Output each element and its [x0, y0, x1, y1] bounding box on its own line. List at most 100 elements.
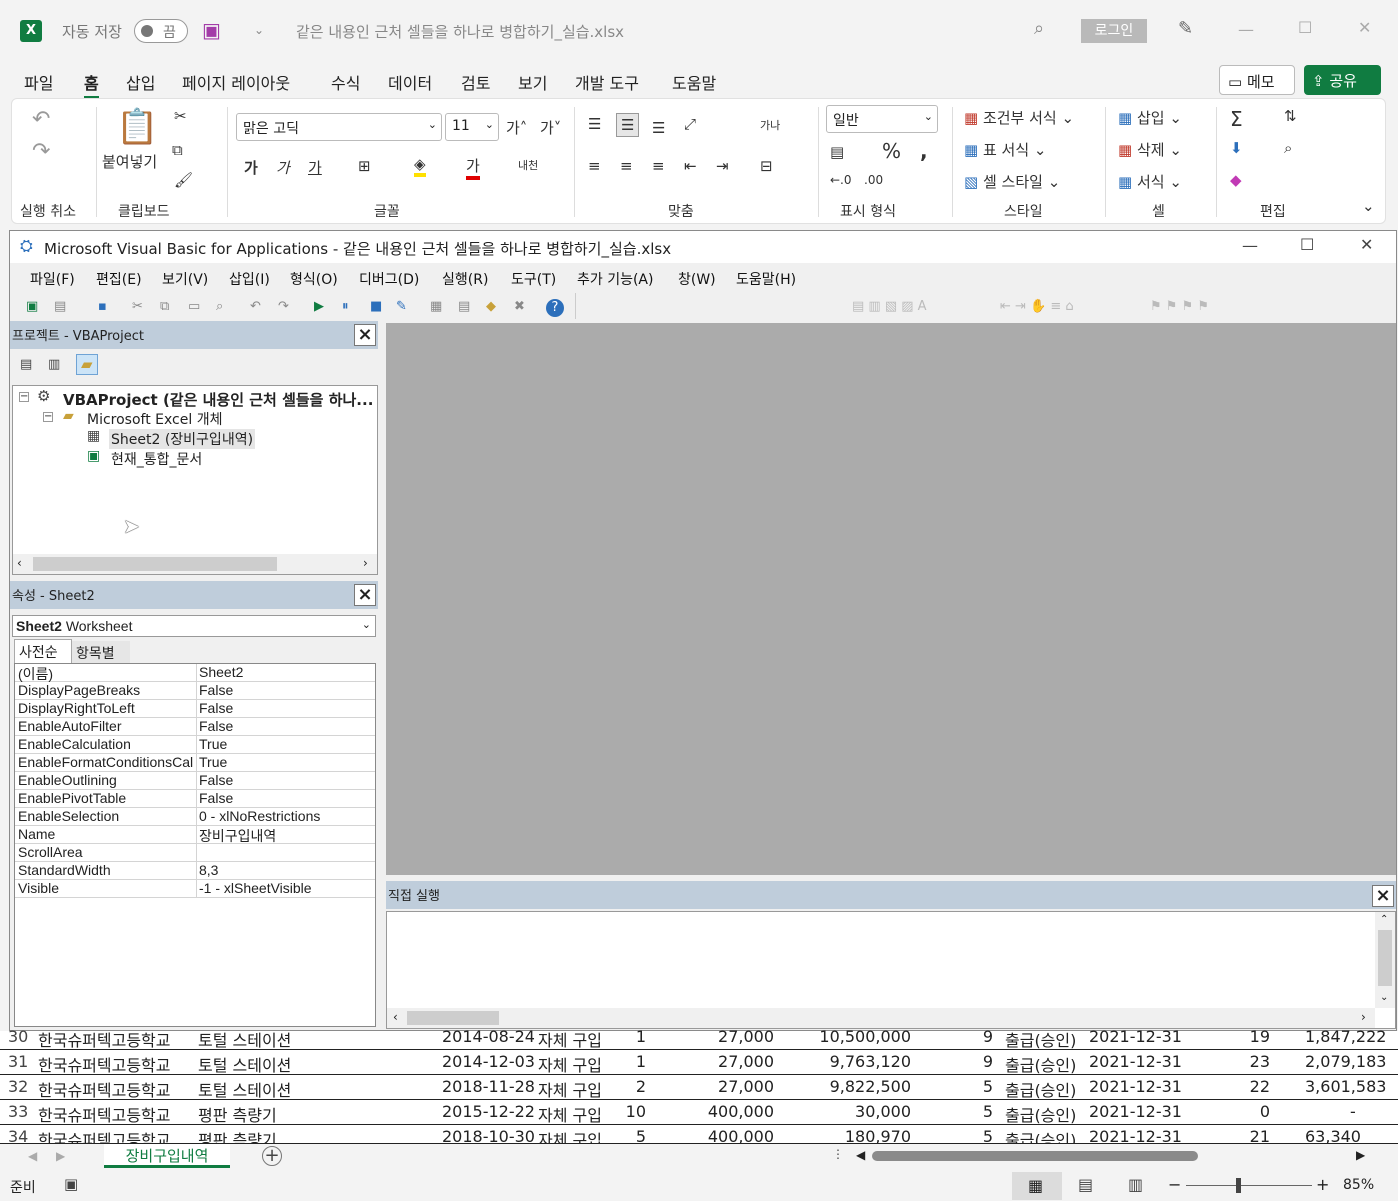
property-row[interactable]: DisplayRightToLeft False — [15, 700, 375, 718]
table-row[interactable]: 30 한국슈퍼텍고등학교 토털 스테이션 2014-08-24 자체 구입 1 … — [0, 1025, 1398, 1050]
paste-vba-icon[interactable]: ▭ — [188, 299, 200, 314]
autosave-toggle[interactable]: 끔 — [134, 19, 188, 43]
table-row[interactable]: 33 한국슈퍼텍고등학교 평판 측량기 2015-12-22 자체 구입 10 … — [0, 1100, 1398, 1125]
wrap-text-icon[interactable]: 가나 — [760, 117, 780, 133]
phonetic-icon[interactable]: 내천 — [518, 157, 538, 173]
undo-icon[interactable]: ↶ — [32, 107, 50, 132]
close-icon[interactable]: ✕ — [1358, 20, 1371, 36]
property-row[interactable]: (이름) Sheet2 — [15, 664, 375, 682]
vba-menu-tools[interactable]: 도구(T) — [511, 269, 556, 289]
search-icon[interactable]: ⌕ — [1034, 20, 1044, 38]
sheet-hscrollbar[interactable]: ◀ ▶ — [856, 1148, 1370, 1164]
tab-home[interactable]: 홈 — [84, 70, 99, 99]
help-icon[interactable]: ? — [546, 299, 564, 317]
font-color-icon[interactable]: 가 — [466, 155, 480, 180]
zoom-level[interactable]: 85% — [1343, 1177, 1374, 1193]
grow-font-icon[interactable]: 가˄ — [506, 117, 527, 138]
italic-icon[interactable]: 가 — [276, 157, 290, 178]
paste-button[interactable]: 붙여넣기 — [102, 151, 157, 172]
align-middle-icon[interactable]: ☰ — [616, 113, 640, 137]
login-button[interactable]: 로그인 — [1081, 19, 1147, 43]
vba-menu-window[interactable]: 창(W) — [678, 269, 716, 289]
increase-indent-icon[interactable]: ⇥ — [716, 157, 729, 175]
comma-icon[interactable]: , — [920, 139, 928, 163]
accounting-icon[interactable]: ▤ — [830, 143, 844, 161]
sort-filter-icon[interactable]: ⇅ — [1284, 107, 1297, 125]
immediate-close-button[interactable]: × — [1372, 885, 1394, 907]
property-row[interactable]: EnableSelection 0 - xlNoRestrictions — [15, 808, 375, 826]
save-vba-icon[interactable]: ▪ — [98, 299, 107, 314]
delete-cells-button[interactable]: ▦ 삭제 ⌄ — [1118, 139, 1182, 160]
merge-center-icon[interactable]: ⊟ — [760, 157, 773, 175]
property-row[interactable]: EnableAutoFilter False — [15, 718, 375, 736]
tab-data[interactable]: 데이터 — [388, 70, 432, 94]
zoom-slider[interactable] — [1186, 1178, 1312, 1193]
autosum-icon[interactable]: Σ — [1230, 107, 1243, 131]
vba-menu-addins[interactable]: 추가 기능(A) — [577, 269, 653, 289]
design-mode-icon[interactable]: ✎ — [396, 299, 407, 314]
save-icon[interactable]: ▣ — [202, 20, 221, 40]
vba-menu-run[interactable]: 실행(R) — [442, 269, 488, 289]
find-vba-icon[interactable]: ⌕ — [216, 299, 223, 314]
align-right-icon[interactable]: ≡ — [652, 157, 665, 175]
properties-window-icon[interactable]: ▤ — [458, 299, 470, 314]
zoom-in-button[interactable]: + — [1316, 1175, 1329, 1194]
conditional-format-button[interactable]: ▦ 조건부 서식 ⌄ — [964, 107, 1074, 128]
project-close-button[interactable]: × — [354, 324, 376, 346]
view-excel-icon[interactable]: ▣ — [26, 299, 38, 314]
align-center-icon[interactable]: ≡ — [620, 157, 633, 175]
view-object-icon[interactable]: ▥ — [48, 358, 60, 371]
decrease-decimal-icon[interactable]: .00 — [864, 173, 883, 187]
property-row[interactable]: Name 장비구입내역 — [15, 826, 375, 844]
indent-icon[interactable]: ▤ ▥ ▧ ▨ A — [852, 299, 927, 314]
vba-menu-format[interactable]: 형식(O) — [290, 269, 338, 289]
property-row[interactable]: ScrollArea — [15, 844, 375, 862]
accessibility-icon[interactable]: ▣ — [64, 1177, 78, 1192]
shrink-font-icon[interactable]: 가˅ — [540, 117, 561, 138]
font-name-combo[interactable]: 맑은 고딕 ⌄ — [236, 113, 442, 141]
clear-icon[interactable]: ◆ — [1230, 171, 1242, 189]
share-button[interactable]: ⇪ 공유 — [1304, 65, 1381, 95]
vba-menu-help[interactable]: 도움말(H) — [736, 269, 796, 289]
increase-decimal-icon[interactable]: ←.0 — [830, 173, 852, 187]
vba-close-icon[interactable]: ✕ — [1360, 237, 1373, 253]
customize-qat-icon[interactable]: ⌄ — [254, 24, 264, 36]
zoom-thumb[interactable] — [1236, 1178, 1241, 1193]
tab-alphabetic[interactable]: 사전순 — [14, 639, 72, 663]
tab-page-layout[interactable]: 페이지 레이아웃 — [182, 70, 290, 94]
table-row[interactable]: 34 한국슈퍼텍고등학교 평판 측량기 2018-10-30 자체 구입 5 4… — [0, 1125, 1398, 1144]
object-combo[interactable]: Sheet2 Worksheet ⌄ — [12, 615, 376, 637]
find-icon[interactable]: ⌕ — [1284, 139, 1292, 157]
code-area[interactable] — [386, 323, 1396, 875]
toolbox-icon[interactable]: ✖ — [514, 299, 525, 314]
align-top-icon[interactable]: ☰ — [588, 115, 601, 133]
vba-menu-view[interactable]: 보기(V) — [162, 269, 208, 289]
tab-formulas[interactable]: 수식 — [331, 70, 360, 94]
cut-vba-icon[interactable]: ✂ — [132, 299, 143, 314]
tree-folder[interactable]: Microsoft Excel 개체 — [87, 409, 222, 429]
object-browser-icon[interactable]: ◆ — [486, 299, 496, 314]
toggle-folders-icon[interactable]: ▰ — [76, 354, 98, 375]
fill-color-icon[interactable]: ◈ — [414, 155, 426, 177]
property-row[interactable]: DisplayPageBreaks False — [15, 682, 375, 700]
bold-icon[interactable]: 가 — [244, 157, 258, 178]
bookmark-icon[interactable]: ⚑ ⚑ ⚑ ⚑ — [1150, 299, 1209, 314]
break-icon[interactable]: ⏸ — [342, 299, 349, 314]
tab-file[interactable]: 파일 — [24, 70, 53, 94]
view-code-icon[interactable]: ▤ — [20, 358, 32, 371]
outdent-icon[interactable]: ⇤ ⇥ ✋ ≡ ⌂ — [1000, 299, 1074, 314]
property-row[interactable]: EnableOutlining False — [15, 772, 375, 790]
format-cells-button[interactable]: ▦ 서식 ⌄ — [1118, 171, 1182, 192]
cell-style-button[interactable]: ▧ 셀 스타일 ⌄ — [964, 171, 1060, 192]
copy-icon[interactable]: ⧉ — [172, 141, 183, 159]
page-layout-view-icon[interactable]: ▤ — [1078, 1177, 1093, 1193]
underline-icon[interactable]: 가 — [308, 157, 322, 178]
pen-icon[interactable]: ✎ — [1178, 20, 1193, 38]
copy-vba-icon[interactable]: ⧉ — [160, 299, 169, 314]
table-format-button[interactable]: ▦ 표 서식 ⌄ — [964, 139, 1046, 160]
sheet-tab-active[interactable]: 장비구입내역 — [104, 1144, 230, 1168]
font-size-combo[interactable]: 11 ⌄ — [445, 113, 499, 141]
redo-icon[interactable]: ↷ — [32, 139, 50, 164]
tab-insert[interactable]: 삽입 — [126, 70, 155, 94]
tab-view[interactable]: 보기 — [518, 70, 547, 94]
